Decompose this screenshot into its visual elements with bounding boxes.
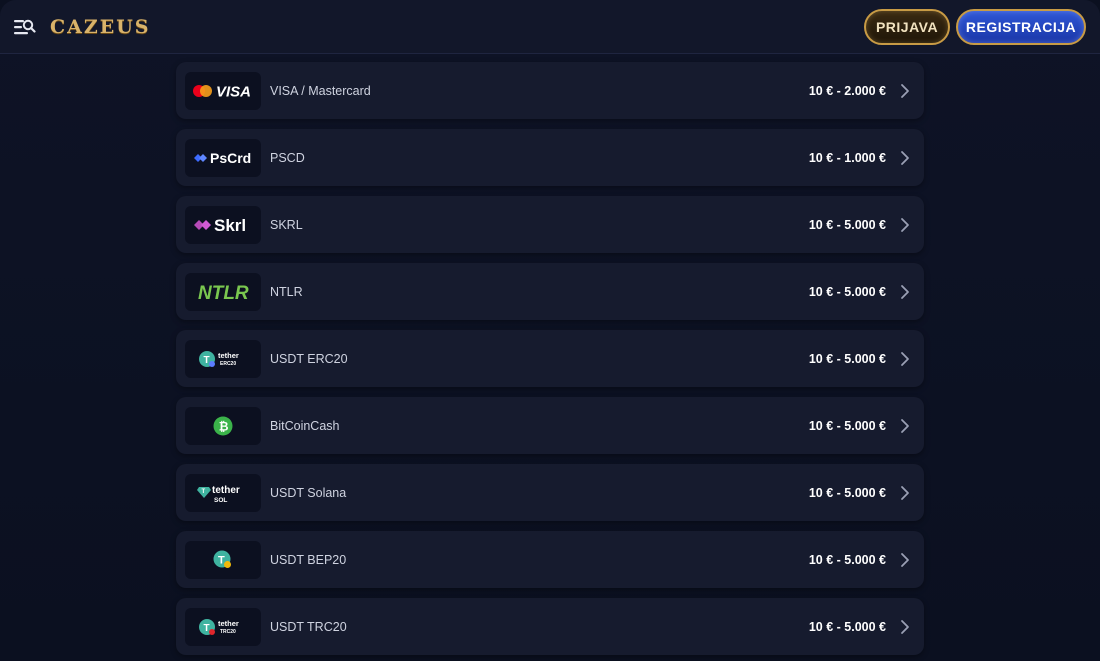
method-limits: 10 € - 2.000 € (808, 83, 886, 98)
top-header: CAZEUS PRIJAVA REGISTRACIJA (0, 0, 1100, 54)
chevron-right-icon (900, 552, 914, 568)
svg-text:T: T (218, 554, 225, 566)
payment-method-row[interactable]: NTLR NTLR 10 € - 5.000 € (176, 263, 924, 320)
svg-text:NTLR: NTLR (198, 283, 249, 303)
payment-method-row[interactable]: T tether ERC20 USDT ERC20 10 € - 5.000 € (176, 330, 924, 387)
tether-trc20-logo: T tether TRC20 (185, 607, 261, 646)
method-limits: 10 € - 5.000 € (808, 485, 886, 500)
method-name: BitCoinCash (270, 418, 340, 433)
tether-bep20-logo: T (185, 540, 261, 579)
method-name: USDT BEP20 (270, 552, 347, 567)
svg-text:₿: ₿ (219, 419, 229, 433)
method-limits: 10 € - 5.000 € (808, 351, 886, 366)
chevron-right-icon (900, 150, 914, 166)
method-name: PSCD (270, 150, 305, 165)
method-name: USDT ERC20 (270, 351, 348, 366)
login-button[interactable]: PRIJAVA (864, 8, 950, 45)
bitcoincash-logo: ₿ (185, 406, 261, 445)
payment-method-row[interactable]: T tether TRC20 USDT TRC20 10 € - 5.000 € (176, 598, 924, 655)
svg-text:ERC20: ERC20 (220, 361, 236, 367)
tether-sol-logo: T tether SOL (185, 473, 261, 512)
method-name: VISA / Mastercard (270, 83, 371, 98)
svg-text:TRC20: TRC20 (220, 629, 236, 635)
payment-method-row[interactable]: PsCrd PSCD 10 € - 1.000 € (176, 129, 924, 186)
payment-method-row[interactable]: ₿ BitCoinCash 10 € - 5.000 € (176, 397, 924, 454)
brand-logo[interactable]: CAZEUS (50, 16, 151, 38)
svg-text:SOL: SOL (214, 497, 227, 504)
svg-text:PsCrd: PsCrd (210, 150, 251, 166)
method-limits: 10 € - 5.000 € (808, 418, 886, 433)
chevron-right-icon (900, 217, 914, 233)
svg-text:tether: tether (218, 619, 239, 628)
chevron-right-icon (900, 351, 914, 367)
tether-erc20-logo: T tether ERC20 (185, 339, 261, 378)
method-limits: 10 € - 5.000 € (808, 552, 886, 567)
svg-text:T: T (204, 623, 210, 634)
svg-text:T: T (202, 489, 206, 495)
chevron-right-icon (900, 284, 914, 300)
chevron-right-icon (900, 619, 914, 635)
svg-text:tether: tether (212, 485, 240, 496)
header-actions: PRIJAVA REGISTRACIJA (864, 8, 1086, 45)
visa-mastercard-logo: VISA (185, 71, 261, 110)
app-frame: CAZEUS PRIJAVA REGISTRACIJA VISA VISA / … (0, 0, 1100, 661)
svg-text:tether: tether (218, 351, 239, 360)
header-left: CAZEUS (14, 16, 151, 38)
method-name: SKRL (270, 217, 303, 232)
method-limits: 10 € - 5.000 € (808, 284, 886, 299)
chevron-right-icon (900, 418, 914, 434)
ntlr-logo: NTLR (185, 272, 261, 311)
method-limits: 10 € - 5.000 € (808, 619, 886, 634)
chevron-right-icon (900, 83, 914, 99)
menu-search-icon[interactable] (14, 17, 36, 37)
method-name: USDT TRC20 (270, 619, 347, 634)
method-name: NTLR (270, 284, 303, 299)
svg-text:VISA: VISA (216, 83, 251, 100)
method-limits: 10 € - 5.000 € (808, 217, 886, 232)
svg-text:T: T (204, 355, 210, 366)
payment-method-row[interactable]: T tether SOL USDT Solana 10 € - 5.000 € (176, 464, 924, 521)
svg-text:Skrl: Skrl (214, 216, 246, 235)
payment-method-row[interactable]: VISA VISA / Mastercard 10 € - 2.000 € (176, 62, 924, 119)
register-button[interactable]: REGISTRACIJA (956, 8, 1086, 45)
pscrd-logo: PsCrd (185, 138, 261, 177)
payment-method-row[interactable]: T USDT BEP20 10 € - 5.000 € (176, 531, 924, 588)
skrl-logo: Skrl (185, 205, 261, 244)
chevron-right-icon (900, 485, 914, 501)
method-limits: 10 € - 1.000 € (808, 150, 886, 165)
payment-method-list: VISA VISA / Mastercard 10 € - 2.000 € Ps… (176, 62, 924, 661)
payment-method-row[interactable]: Skrl SKRL 10 € - 5.000 € (176, 196, 924, 253)
method-name: USDT Solana (270, 485, 347, 500)
